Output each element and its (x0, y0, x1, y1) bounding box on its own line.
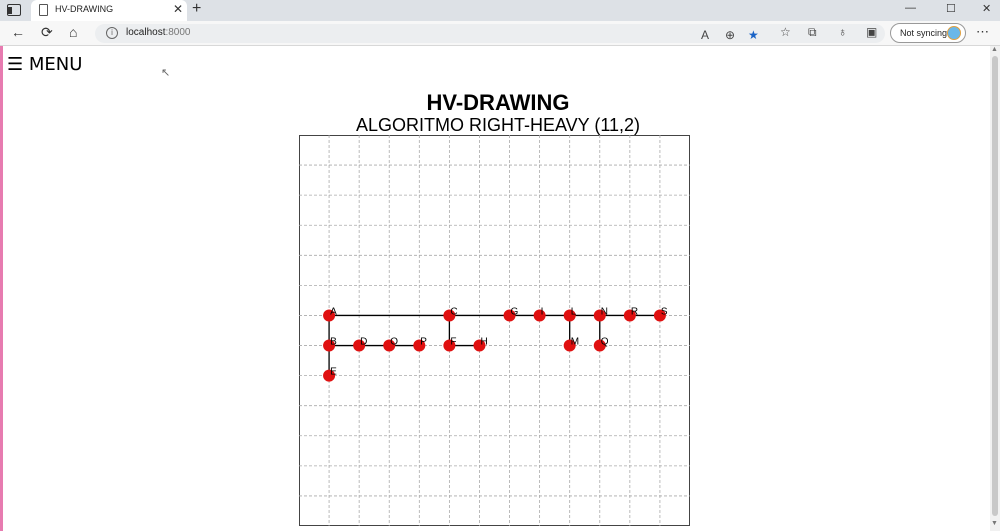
node-label-C: C (450, 306, 457, 317)
node-label-E: E (330, 367, 337, 378)
home-icon[interactable]: ⌂ (69, 24, 77, 40)
node-label-H: H (480, 337, 487, 348)
node-label-M: M (571, 337, 579, 348)
vertical-scrollbar[interactable]: ▲ ▼ (990, 46, 1000, 531)
mouse-cursor-icon: ↖ (161, 67, 171, 79)
favorites-icon[interactable]: ☆ (780, 25, 791, 39)
node-label-N: N (601, 306, 608, 317)
scroll-up-icon[interactable]: ▲ (991, 46, 998, 53)
node-label-S: S (661, 306, 668, 317)
address-toolbar: ← ⟳ ⌂ i localhost:8000 A ⊕ ★ ☆ ⧉ ♁ ▣ Not… (0, 21, 1000, 46)
browser-window: HV-DRAWING ✕ + — ☐ ✕ ← ⟳ ⌂ i localhost:8… (0, 0, 1000, 531)
node-label-G: G (511, 306, 519, 317)
avatar (947, 26, 961, 40)
node-label-P: P (420, 337, 427, 348)
tab-strip: HV-DRAWING ✕ + — ☐ ✕ (0, 0, 1000, 21)
page-viewport: ☰ MENU ↖ HV-DRAWING ALGORITMO RIGHT-HEAV… (0, 46, 990, 531)
page-subtitle: ALGORITMO RIGHT-HEAVY (11,2) (355, 115, 641, 135)
node-label-O: O (390, 337, 398, 348)
node-label-A: A (330, 306, 337, 317)
node-label-Q: Q (601, 337, 609, 348)
close-window-button[interactable]: ✕ (982, 2, 991, 15)
minimize-button[interactable]: — (905, 2, 916, 14)
url-text[interactable]: localhost:8000 (126, 27, 191, 38)
node-label-F: F (450, 337, 456, 348)
address-bar[interactable]: i localhost:8000 A ⊕ ★ (95, 24, 885, 43)
tab-hv-drawing[interactable]: HV-DRAWING ✕ (31, 0, 187, 21)
tab-title: HV-DRAWING (55, 4, 114, 14)
node-I (533, 309, 546, 322)
node-label-R: R (631, 306, 638, 317)
extensions-icon[interactable]: ♁ (838, 25, 847, 39)
tab-close-icon[interactable]: ✕ (173, 2, 183, 16)
node-label-I: I (541, 306, 544, 317)
window-menu-icon[interactable] (7, 4, 21, 16)
favorite-star-icon[interactable]: ★ (748, 28, 759, 42)
canvas-border (299, 135, 690, 526)
sync-label: Not syncing (900, 28, 948, 38)
zoom-icon[interactable]: ⊕ (725, 28, 735, 42)
node-label-D: D (360, 337, 367, 348)
read-aloud-icon[interactable]: A (701, 28, 709, 42)
profile-sync-button[interactable]: Not syncing (890, 23, 966, 43)
more-menu-icon[interactable]: ⋯ (976, 24, 989, 40)
collections-icon[interactable]: ⧉ (808, 25, 817, 40)
scroll-down-icon[interactable]: ▼ (991, 520, 998, 527)
scroll-thumb[interactable] (992, 56, 998, 516)
screenshot-icon[interactable]: ▣ (866, 25, 877, 39)
node-label-L: L (571, 306, 577, 317)
back-icon[interactable]: ← (11, 24, 25, 40)
refresh-icon[interactable]: ⟳ (41, 24, 53, 41)
maximize-button[interactable]: ☐ (946, 2, 956, 15)
info-icon[interactable]: i (106, 27, 118, 39)
page-title: HV-DRAWING (426, 90, 570, 115)
page-icon (39, 4, 48, 16)
menu-button[interactable]: ☰ MENU (7, 54, 82, 75)
node-label-B: B (330, 337, 337, 348)
hv-drawing-canvas: A B C D E F G H I L M N O P Q R S (299, 135, 690, 526)
new-tab-button[interactable]: + (192, 0, 201, 18)
